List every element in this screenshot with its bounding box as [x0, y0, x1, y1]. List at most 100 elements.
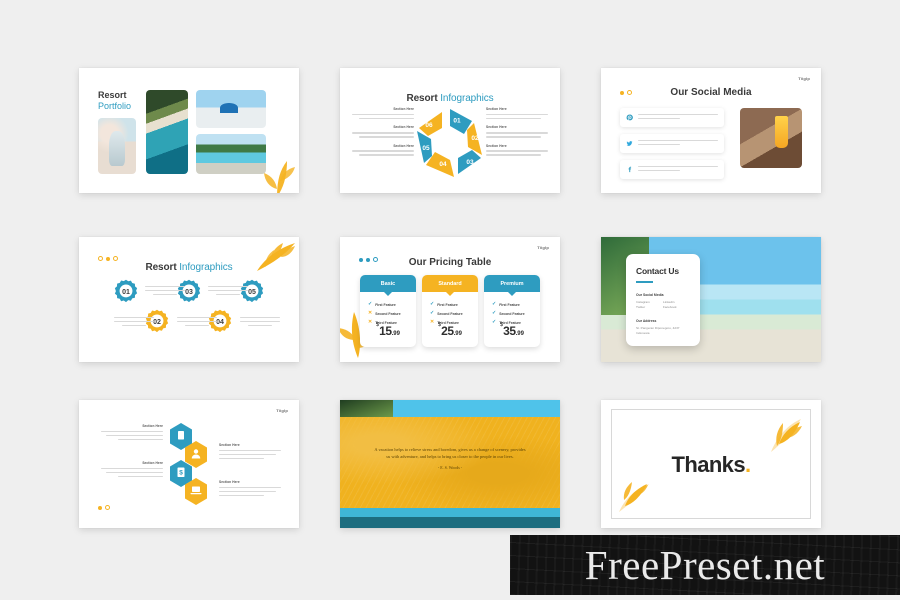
social-row-twitter[interactable]	[620, 134, 724, 153]
slide-thumbnail-quote[interactable]: A vacation helps to relieve stress and b…	[340, 400, 560, 528]
corner-logo: Tiiglp	[276, 408, 288, 413]
feature-row: ✓ First Feature	[368, 301, 396, 307]
hex-item-4[interactable]	[183, 477, 209, 506]
contact-address-heading: Our Address	[636, 319, 657, 324]
thanks-text: Thanks	[671, 452, 746, 477]
quote-bottom-band	[340, 508, 560, 528]
hex-text-2: Section Here	[219, 443, 281, 462]
hexagon-cycle-diagram[interactable]: 01 02 03 04 05 06	[408, 104, 492, 182]
gear-number-01: 01	[122, 289, 130, 296]
contact-social-heading: Our Social Media	[636, 292, 664, 297]
watermark-banner: FreePreset.net	[510, 535, 900, 595]
social-row-facebook[interactable]	[620, 160, 724, 179]
callout-left-1: Section Here	[352, 107, 414, 120]
slide-thumbnail-contact[interactable]: Contact Us Our Social Media Instagram Li…	[601, 237, 821, 362]
slide-thumbnail-gears[interactable]: Resort Infographics 01 03 05 02 04	[79, 237, 299, 362]
social-row-text	[638, 165, 718, 174]
feature-row: ✓ Second Feature	[492, 310, 525, 316]
plan-name-standard: Standard	[422, 275, 478, 296]
woman-on-beach-photo	[98, 118, 136, 174]
slide-thumbnail-social-media[interactable]: Tiiglp Our Social Media	[601, 68, 821, 193]
resort-pool-photo	[196, 134, 266, 174]
callout-heading: Section Here	[393, 143, 414, 148]
slide-thumbnail-hex-icons[interactable]: Tiiglp $ Section Here Section Here Secti…	[79, 400, 299, 528]
aerial-coastline-photo	[146, 90, 188, 174]
contact-title: Contact Us	[636, 266, 679, 276]
gears-title-main: Resort	[145, 262, 177, 273]
corner-logo: Tiiglp	[537, 245, 549, 250]
quote-text: A vacation helps to relieve stress and b…	[374, 447, 526, 459]
pricing-title: Our Pricing Table	[408, 257, 492, 268]
plan-price-basic: $15.99	[376, 322, 400, 338]
hex-heading: Section Here	[142, 424, 163, 428]
hex-heading: Section Here	[219, 480, 240, 484]
hex-text-1: Section Here	[101, 424, 163, 443]
plan-price-premium: $35.99	[500, 322, 524, 338]
watermark-text: FreePreset.net	[584, 541, 826, 588]
plan-features-basic: ✓ First Feature ✕ Second Feature ✕ Third Fe…	[360, 292, 416, 325]
quote-author: - E. S. Woods -	[437, 464, 463, 470]
facebook-icon	[628, 166, 632, 173]
slide-thumbnail-thanks[interactable]: Thanks.	[601, 400, 821, 528]
twitter-icon	[626, 141, 633, 146]
gear-caption-1	[145, 286, 185, 295]
social-media-title: Our Social Media	[670, 87, 752, 98]
social-link[interactable]: Twitter	[636, 305, 663, 310]
thanks-word: Thanks.	[601, 452, 821, 478]
check-icon: ✓	[368, 301, 373, 307]
svg-text:$: $	[179, 470, 183, 477]
feature-row: ✓ First Feature	[430, 301, 458, 307]
callout-right-3: Section Here	[486, 144, 548, 156]
callout-heading: Section Here	[393, 107, 414, 111]
hat-juice-camera-photo	[740, 108, 802, 168]
hex-heading: Section Here	[219, 443, 240, 447]
quote-top-band	[340, 400, 560, 417]
thanks-period: .	[744, 452, 751, 477]
feature-row: ✓ Second Feature	[430, 310, 463, 316]
check-icon: ✓	[430, 301, 435, 307]
contact-address-line: Indonesia	[636, 331, 650, 336]
slide-thumbnail-portfolio[interactable]: Resort Portfolio	[79, 68, 299, 193]
pricing-card-premium[interactable]: Premium ✓ First Feature ✓ Second Feature ✓…	[484, 275, 540, 347]
pricing-card-basic[interactable]: Basic ✓ First Feature ✕ Second Feature ✕ Th…	[360, 275, 416, 347]
callout-right-1: Section Here	[486, 107, 548, 120]
callout-heading: Section Here	[486, 125, 507, 130]
social-row-pinterest[interactable]	[620, 108, 724, 127]
slide-thumbnail-pricing[interactable]: Tiiglp Our Pricing Table Basic ✓ First Fe…	[340, 237, 560, 362]
slide-grid-canvas: Resort Portfolio Resort Infographics 01 …	[0, 0, 900, 600]
hexagon-callouts-left: Section Here Section Here Section Here	[352, 107, 414, 163]
gear-caption-5	[240, 317, 280, 326]
slide-dots	[98, 505, 110, 510]
check-icon: ✓	[430, 310, 435, 316]
social-row-text	[638, 139, 718, 148]
corner-logo: Tiiglp	[798, 76, 810, 81]
slide-thumbnail-hexagon-cycle[interactable]: Resort Infographics 01 02 03 04 05 06 Se…	[340, 68, 560, 193]
hexagon-cycle-title-accent: Infographics	[440, 93, 494, 104]
callout-left-2: Section Here	[352, 125, 414, 138]
callout-heading: Section Here	[486, 107, 507, 111]
hexagon-segment-02: 02	[471, 135, 479, 142]
check-icon: ✓	[492, 310, 497, 316]
plan-price-standard: $25.99	[438, 322, 462, 338]
hexagon-segment-05: 05	[422, 145, 430, 152]
pinterest-icon	[626, 114, 633, 121]
hexagon-callouts-right: Section Here Section Here Section Here	[486, 107, 548, 163]
hexagon-segment-01: 01	[453, 118, 461, 125]
gears-title-accent: Infographics	[179, 262, 233, 273]
feature-row: ✕ Second Feature	[368, 310, 401, 316]
hex-heading: Section Here	[142, 461, 163, 465]
quote-text-block: A vacation helps to relieve stress and b…	[374, 447, 526, 471]
santorini-domes-photo	[196, 90, 266, 128]
gears-title: Resort Infographics	[79, 257, 299, 275]
feature-row: ✓ First Feature	[492, 301, 520, 307]
portfolio-title-line1: Resort	[98, 90, 127, 100]
hexagon-segment-06: 06	[425, 122, 433, 129]
callout-right-2: Section Here	[486, 125, 548, 138]
social-link[interactable]: Facebook	[663, 305, 690, 310]
pricing-card-standard[interactable]: Standard ✓ First Feature ✓ Second Feature …	[422, 275, 478, 347]
callout-heading: Section Here	[393, 125, 414, 130]
check-icon: ✓	[492, 301, 497, 307]
portfolio-title: Resort Portfolio	[98, 90, 131, 113]
plan-features-premium: ✓ First Feature ✓ Second Feature ✓ Third Fe…	[484, 292, 540, 325]
gear-caption-4	[177, 317, 217, 326]
